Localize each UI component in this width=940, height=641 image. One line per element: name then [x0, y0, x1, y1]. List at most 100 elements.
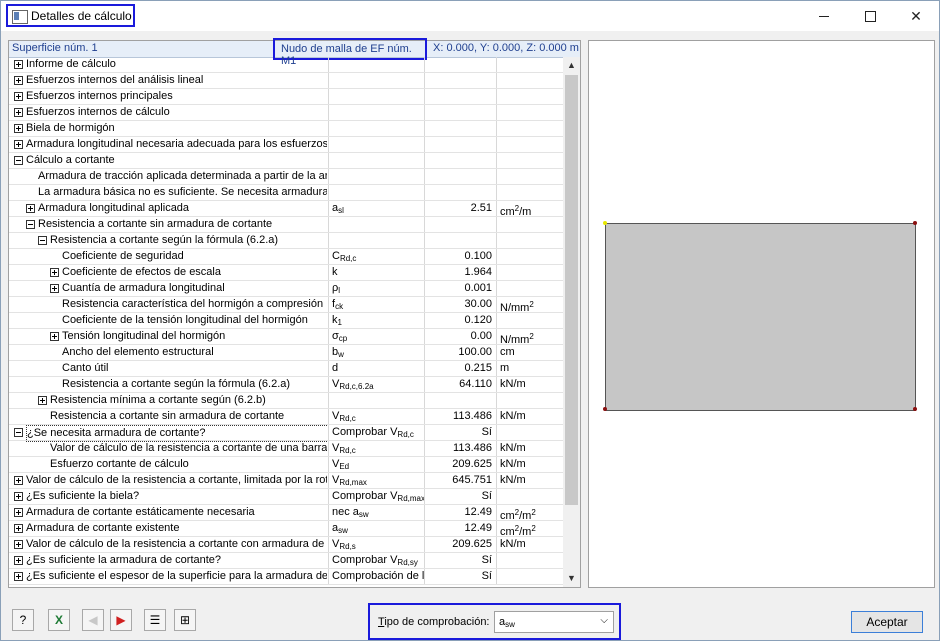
check-type-group: Tipo de comprobación: asw ⌵: [368, 603, 621, 640]
tree-row[interactable]: Valor de cálculo de la resistencia a cor…: [9, 441, 563, 457]
expand-icon[interactable]: [50, 284, 59, 293]
expand-icon[interactable]: [14, 76, 23, 85]
tree-row[interactable]: Canto útil d 0.215 m: [9, 361, 563, 377]
expand-icon[interactable]: [14, 108, 23, 117]
row-value: [424, 233, 496, 248]
minimize-button[interactable]: [801, 1, 847, 31]
scroll-thumb[interactable]: [565, 75, 578, 505]
row-unit: kN/m: [496, 473, 563, 488]
next-arrow-icon[interactable]: ▶: [110, 609, 132, 631]
expand-icon[interactable]: [14, 524, 23, 533]
vertical-scrollbar[interactable]: ▲ ▼: [563, 57, 580, 587]
tree-row[interactable]: ¿Es suficiente el espesor de la superfic…: [9, 569, 563, 585]
close-button[interactable]: ✕: [893, 1, 939, 31]
tree-row[interactable]: Tensión longitudinal del hormigón σcp 0.00…: [9, 329, 563, 346]
list-view-icon[interactable]: ☰: [144, 609, 166, 631]
tree-row[interactable]: ¿Se necesita armadura de cortante? Compro…: [9, 425, 563, 442]
tree-row[interactable]: Cuantía de armadura longitudinal ρl 0.001: [9, 281, 563, 297]
row-symbol: nec asw: [328, 505, 428, 520]
expand-icon[interactable]: [14, 92, 23, 101]
tree-row[interactable]: Armadura de tracción aplicada determinad…: [9, 169, 563, 185]
tree-view-icon[interactable]: ⊞: [174, 609, 196, 631]
row-unit: [496, 137, 563, 152]
row-label: Canto útil: [62, 362, 109, 374]
tree-row[interactable]: Resistencia a cortante sin armadura de c…: [9, 409, 563, 425]
tree-row[interactable]: Armadura de cortante estáticamente neces…: [9, 505, 563, 522]
tree-row[interactable]: Valor de cálculo de la resistencia a cor…: [9, 473, 563, 489]
tree-row[interactable]: Resistencia a cortante según la fórmula …: [9, 233, 563, 249]
previous-arrow-icon[interactable]: ◀: [82, 609, 104, 631]
row-symbol: [328, 105, 428, 120]
collapse-icon[interactable]: [38, 236, 47, 245]
collapse-icon[interactable]: [26, 220, 35, 229]
expand-icon[interactable]: [14, 124, 23, 133]
expand-icon[interactable]: [14, 476, 23, 485]
expand-icon[interactable]: [14, 60, 23, 69]
tree-row[interactable]: Resistencia característica del hormigón …: [9, 297, 563, 314]
row-symbol: ρl: [328, 281, 428, 296]
tree-row[interactable]: Informe de cálculo: [9, 57, 563, 73]
row-label: Coeficiente de efectos de escala: [62, 266, 221, 278]
tree-row[interactable]: Resistencia mínima a cortante según (6.2…: [9, 393, 563, 409]
expand-icon[interactable]: [14, 508, 23, 517]
row-label: Armadura longitudinal aplicada: [38, 202, 190, 214]
tree-row[interactable]: ¿Es suficiente la biela? Comprobar VRd,ma…: [9, 489, 563, 505]
tree-row[interactable]: Esfuerzo cortante de cálculo VEd 209.625 kN…: [9, 457, 563, 473]
tree-row[interactable]: ¿Es suficiente la armadura de cortante? C…: [9, 553, 563, 569]
tree-row[interactable]: Esfuerzos internos principales: [9, 89, 563, 105]
tree-row[interactable]: Cálculo a cortante: [9, 153, 563, 169]
row-unit: [496, 105, 563, 120]
row-unit: kN/m: [496, 377, 563, 392]
expand-icon[interactable]: [38, 396, 47, 405]
tree-row[interactable]: Biela de hormigón: [9, 121, 563, 137]
row-unit: [496, 73, 563, 88]
expand-icon[interactable]: [50, 268, 59, 277]
expand-icon[interactable]: [14, 140, 23, 149]
expand-icon[interactable]: [14, 492, 23, 501]
tree-row[interactable]: Coeficiente de la tensión longitudinal d…: [9, 313, 563, 329]
row-value: 1.964: [424, 265, 496, 280]
row-label: Valor de cálculo de la resistencia a cor…: [50, 442, 327, 454]
maximize-button[interactable]: [847, 1, 893, 31]
expand-icon[interactable]: [14, 556, 23, 565]
tree-row[interactable]: La armadura básica no es suficiente. Se …: [9, 185, 563, 201]
tree-row[interactable]: Armadura longitudinal aplicada asl 2.51 cm2…: [9, 201, 563, 218]
row-symbol: Comprobar VRd,sy: [328, 553, 428, 568]
row-label: Resistencia a cortante sin armadura de c…: [50, 410, 285, 422]
tree-row[interactable]: Resistencia a cortante sin armadura de c…: [9, 217, 563, 233]
expand-icon[interactable]: [50, 332, 59, 341]
row-value: 0.120: [424, 313, 496, 328]
scroll-up-icon[interactable]: ▲: [563, 57, 580, 74]
tree-header: Superficie núm. 1 Nudo de malla de EF nú…: [9, 38, 580, 67]
row-unit: [496, 569, 563, 584]
collapse-icon[interactable]: [14, 156, 23, 165]
row-label: Ancho del elemento estructural: [62, 346, 214, 358]
expand-icon[interactable]: [26, 204, 35, 213]
row-label: ¿Es suficiente la biela?: [26, 490, 140, 502]
row-symbol: [328, 185, 428, 200]
tree-row[interactable]: Esfuerzos internos de cálculo: [9, 105, 563, 121]
tree-row[interactable]: Ancho del elemento estructural bw 100.00 cm: [9, 345, 563, 361]
accept-button[interactable]: Aceptar: [851, 611, 923, 633]
tree-row[interactable]: Resistencia a cortante según la fórmula …: [9, 377, 563, 393]
tree-row[interactable]: Esfuerzos internos del análisis lineal: [9, 73, 563, 89]
expand-icon[interactable]: [14, 572, 23, 581]
collapse-icon[interactable]: [14, 428, 23, 437]
tree-row[interactable]: Coeficiente de efectos de escala k 1.964: [9, 265, 563, 281]
check-type-select[interactable]: asw ⌵: [494, 611, 614, 633]
row-label: ¿Es suficiente el espesor de la superfic…: [26, 570, 327, 582]
excel-export-icon[interactable]: X: [48, 609, 70, 631]
row-symbol: CRd,c: [328, 249, 428, 264]
scroll-down-icon[interactable]: ▼: [563, 570, 580, 587]
tree-row[interactable]: Valor de cálculo de la resistencia a cor…: [9, 537, 563, 553]
row-value: [424, 153, 496, 168]
help-icon[interactable]: ?: [12, 609, 34, 631]
tree-row[interactable]: Armadura longitudinal necesaria adecuada…: [9, 137, 563, 153]
tree-row[interactable]: Armadura de cortante existente asw 12.49 cm…: [9, 521, 563, 538]
expand-icon[interactable]: [14, 540, 23, 549]
tree-row[interactable]: Coeficiente de seguridad CRd,c 0.100: [9, 249, 563, 265]
row-label: Informe de cálculo: [26, 58, 116, 70]
row-value: [424, 185, 496, 200]
row-unit: [496, 281, 563, 296]
row-value: 100.00: [424, 345, 496, 360]
